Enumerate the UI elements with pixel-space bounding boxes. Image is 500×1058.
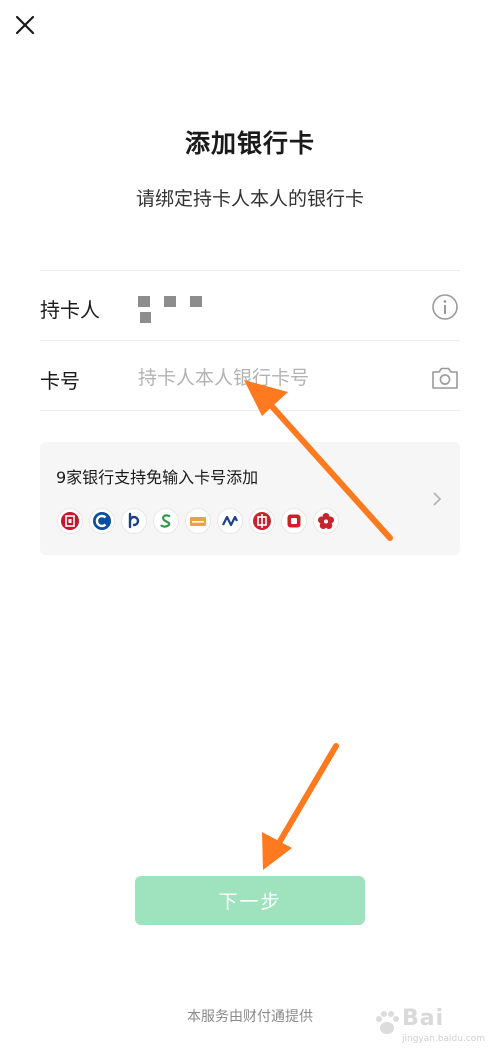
bank-logo-list [58, 509, 338, 533]
cardholder-info-button[interactable] [430, 292, 460, 322]
form-divider-middle [40, 340, 460, 341]
red-square-bank-logo-icon [282, 509, 306, 533]
close-button[interactable] [8, 8, 42, 42]
info-circle-icon [432, 294, 458, 320]
next-step-button[interactable]: 下一步 [135, 876, 365, 925]
spd-bank-logo-icon [218, 509, 242, 533]
arrow-to-next-button [262, 743, 339, 870]
form-divider-top [40, 270, 460, 271]
close-icon [15, 15, 35, 35]
form-divider-bottom [40, 410, 460, 411]
bank-of-communications-logo-icon [122, 509, 146, 533]
ccb-logo-icon [90, 509, 114, 533]
page-title: 添加银行卡 [184, 129, 315, 158]
camera-icon [432, 367, 458, 389]
flower-bank-logo-icon [314, 509, 338, 533]
citic-logo-icon [250, 509, 274, 533]
watermark-subtext: jingyan.baidu.com [402, 1034, 486, 1044]
watermark-text: Bai [402, 1006, 445, 1031]
page-subtitle: 请绑定持卡人本人的银行卡 [135, 188, 364, 210]
supported-banks-text: 9家银行支持免输入卡号添加 [56, 468, 259, 487]
icbc-logo-icon [58, 509, 82, 533]
spdb-s-logo-icon [154, 509, 178, 533]
cardholder-name-masked [138, 294, 208, 324]
orange-bank-card-icon [186, 509, 210, 533]
card-number-label: 卡号 [40, 369, 80, 393]
supported-banks-panel[interactable]: 9家银行支持免输入卡号添加 [40, 442, 460, 555]
baidu-watermark: Bai jingyan.baidu.com [372, 996, 496, 1052]
cardholder-label: 持卡人 [40, 298, 100, 322]
paw-icon [376, 1011, 399, 1034]
chevron-right-icon [430, 490, 444, 508]
card-number-input[interactable] [138, 362, 408, 394]
scan-card-button[interactable] [430, 364, 460, 392]
